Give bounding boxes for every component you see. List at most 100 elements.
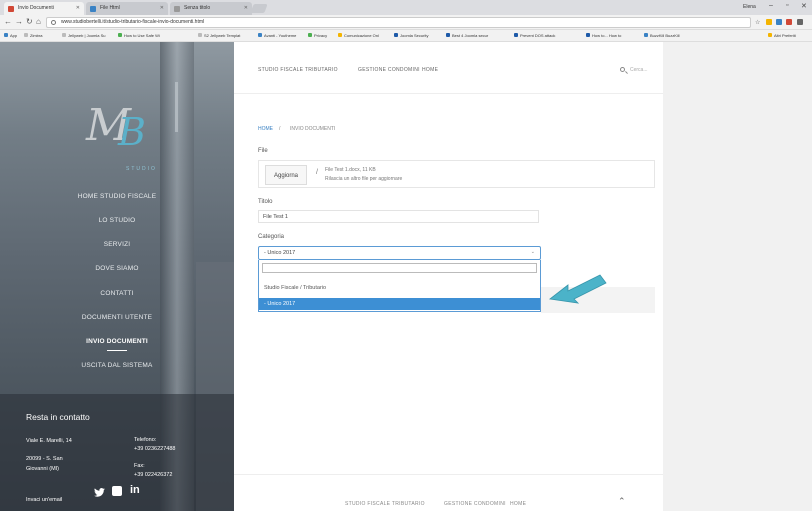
bookmark-item[interactable]: Best 4 Joomla secur <box>446 33 488 38</box>
titolo-input[interactable]: File Test 1 <box>258 210 539 223</box>
sidebar-item-contatti[interactable]: CONTATTI <box>0 290 234 297</box>
bookmark-item[interactable]: Avanti - Youtheme <box>258 33 296 38</box>
footer-home[interactable]: HOME <box>510 501 526 507</box>
sidebar-item-dove-siamo[interactable]: DOVE SIAMO <box>0 265 234 272</box>
browser-tab-label: File Html <box>100 5 120 11</box>
footer-gestione-condomini[interactable]: GESTIONE CONDOMINI <box>444 501 506 507</box>
categoria-select[interactable]: - Unico 2017 ⌄ <box>258 246 541 260</box>
sidebar-item-documenti-utente[interactable]: DOCUMENTI UTENTE <box>0 314 234 321</box>
top-navigation: STUDIO FISCALE TRIBUTARIO GESTIONE CONDO… <box>234 42 663 94</box>
close-icon[interactable]: ✕ <box>160 5 164 11</box>
footer-divider <box>234 474 663 475</box>
page-icon <box>586 33 590 37</box>
window-close-icon[interactable]: ✕ <box>801 2 807 10</box>
address-line: 20099 - S. San <box>26 456 63 462</box>
bookmark-item[interactable]: Joomla Security <box>394 33 428 38</box>
chevron-down-icon: ⌄ <box>530 249 535 255</box>
browser-tab-1[interactable]: File Html ✕ <box>86 2 168 15</box>
breadcrumb-home[interactable]: HOME <box>258 126 273 132</box>
bookmark-label: BuzzKill BuzzKill <box>650 33 680 38</box>
extension-icon[interactable] <box>776 19 782 25</box>
sidebar-item-home-studio-fiscale[interactable]: HOME STUDIO FISCALE <box>0 193 234 200</box>
url-input[interactable]: www.studiobertelli.it/studio-tributario-… <box>46 17 751 28</box>
close-icon[interactable]: ✕ <box>76 5 80 11</box>
bookmark-item[interactable]: How to Use Safe Wi <box>118 33 160 38</box>
apps-icon <box>4 33 8 37</box>
minimize-icon[interactable]: – <box>769 2 773 9</box>
dropdown-search-input[interactable] <box>262 263 537 273</box>
sidebar-item-uscita-dal-sistema[interactable]: USCITA DAL SISTEMA <box>0 362 234 369</box>
dropdown-option-selected[interactable]: - Unico 2017 <box>259 298 540 310</box>
bookmark-star-icon[interactable]: ☆ <box>755 19 761 26</box>
sidebar-item-lo-studio[interactable]: LO STUDIO <box>0 217 234 224</box>
address-bar-row: ← → ↻ ⌂ www.studiobertelli.it/studio-tri… <box>0 15 812 30</box>
file-upload-box[interactable]: Aggiorna / File Test 1.docx, 11 KB Rilas… <box>258 160 655 188</box>
browser-user-name[interactable]: Elena <box>743 4 756 10</box>
sidebar-item-invio-documenti[interactable]: INVIO DOCUMENTI <box>0 338 234 351</box>
dropdown-option[interactable]: Studio Fiscale / Tributario <box>259 282 540 294</box>
chrome-menu-icon[interactable] <box>797 19 803 25</box>
bookmark-item[interactable]: App <box>4 33 17 38</box>
drop-hint: Rilascia un altro file per aggiornare <box>325 176 403 182</box>
page-icon <box>24 33 28 37</box>
phone-label: Telefono: <box>134 437 157 443</box>
sidebar-item-servizi[interactable]: SERVIZI <box>0 241 234 248</box>
bookmark-item[interactable]: Prevent DOS attack <box>514 33 555 38</box>
phone-number[interactable]: +39 0236227488 <box>134 445 175 454</box>
maximize-icon[interactable]: ▫ <box>786 2 788 9</box>
uploaded-file-name: File Test 1.docx, 11 KB <box>325 167 376 173</box>
browser-tabbar: Invio Documenti ✕ File Html ✕ Senza tito… <box>0 0 812 15</box>
browser-tab-0[interactable]: Invio Documenti ✕ <box>4 2 84 15</box>
bookmark-label: Zimbra <box>30 33 43 38</box>
url-text: www.studiobertelli.it/studio-tributario-… <box>61 19 205 25</box>
linkedin-icon[interactable]: in <box>130 484 140 496</box>
main-content: STUDIO FISCALE TRIBUTARIO GESTIONE CONDO… <box>234 42 663 511</box>
info-icon[interactable] <box>51 20 56 25</box>
reload-icon[interactable]: ↻ <box>26 17 33 26</box>
bookmark-label: Privacy <box>314 33 328 38</box>
bookmark-item[interactable]: Privacy <box>308 33 327 38</box>
bookmark-item[interactable]: S2 Jellyweb Templat <box>198 33 240 38</box>
bookmark-label: S2 Jellyweb Templat <box>204 33 241 38</box>
bookmark-item[interactable]: BuzzKill BuzzKill <box>644 33 680 38</box>
bookmark-item[interactable]: Jellyweb | Joomla Su <box>62 33 106 38</box>
bookmark-item[interactable]: Zimbra <box>24 33 42 38</box>
bookmark-item[interactable]: Altri Preferiti <box>768 33 796 38</box>
footer-studio-fiscale[interactable]: STUDIO FISCALE TRIBUTARIO <box>345 501 425 507</box>
search-input[interactable]: Cerca... <box>630 67 648 73</box>
bookmark-label: Jellyweb | Joomla Su <box>68 33 106 38</box>
social-links: in <box>0 479 234 511</box>
forward-icon[interactable]: → <box>15 17 23 26</box>
extension-icon[interactable] <box>786 19 792 25</box>
background-spire <box>175 82 178 132</box>
browser-tab-2[interactable]: Senza titolo ✕ <box>170 2 252 15</box>
page-icon <box>394 33 398 37</box>
back-icon[interactable]: ← <box>4 17 12 26</box>
extension-icon[interactable] <box>766 19 772 25</box>
page-icon <box>338 33 342 37</box>
youtube-icon[interactable] <box>112 486 122 496</box>
topnav-studio-fiscale[interactable]: STUDIO FISCALE TRIBUTARIO <box>258 67 338 73</box>
bookmark-label: Avanti - Youtheme <box>264 33 297 38</box>
bookmark-item[interactable]: Comunicazione Onl <box>338 33 379 38</box>
callout-arrow-icon <box>549 274 607 304</box>
browser-tab-label: Senza titolo <box>184 5 211 11</box>
close-icon[interactable]: ✕ <box>244 5 248 11</box>
new-tab-button[interactable] <box>250 4 268 13</box>
tab-favicon-icon <box>8 6 14 12</box>
search-icon[interactable] <box>620 67 625 72</box>
breadcrumb-separator: / <box>279 126 281 132</box>
twitter-icon[interactable] <box>94 488 105 497</box>
page-icon <box>514 33 518 37</box>
titolo-label: Titolo <box>258 199 273 205</box>
home-icon[interactable]: ⌂ <box>36 17 41 26</box>
topnav-gestione-condomini[interactable]: GESTIONE CONDOMINI <box>358 67 420 73</box>
bookmark-item[interactable]: How to... How to <box>586 33 621 38</box>
update-file-button[interactable]: Aggiorna <box>265 165 307 185</box>
scroll-to-top-icon[interactable]: ⌃ <box>618 496 626 507</box>
browser-tab-label: Invio Documenti <box>18 5 54 11</box>
bookmark-label: Comunicazione Onl <box>344 33 379 38</box>
bookmark-label: Altri Preferiti <box>774 33 796 38</box>
topnav-home[interactable]: HOME <box>422 67 438 73</box>
site-logo[interactable]: M B STUDIO <box>80 100 155 172</box>
